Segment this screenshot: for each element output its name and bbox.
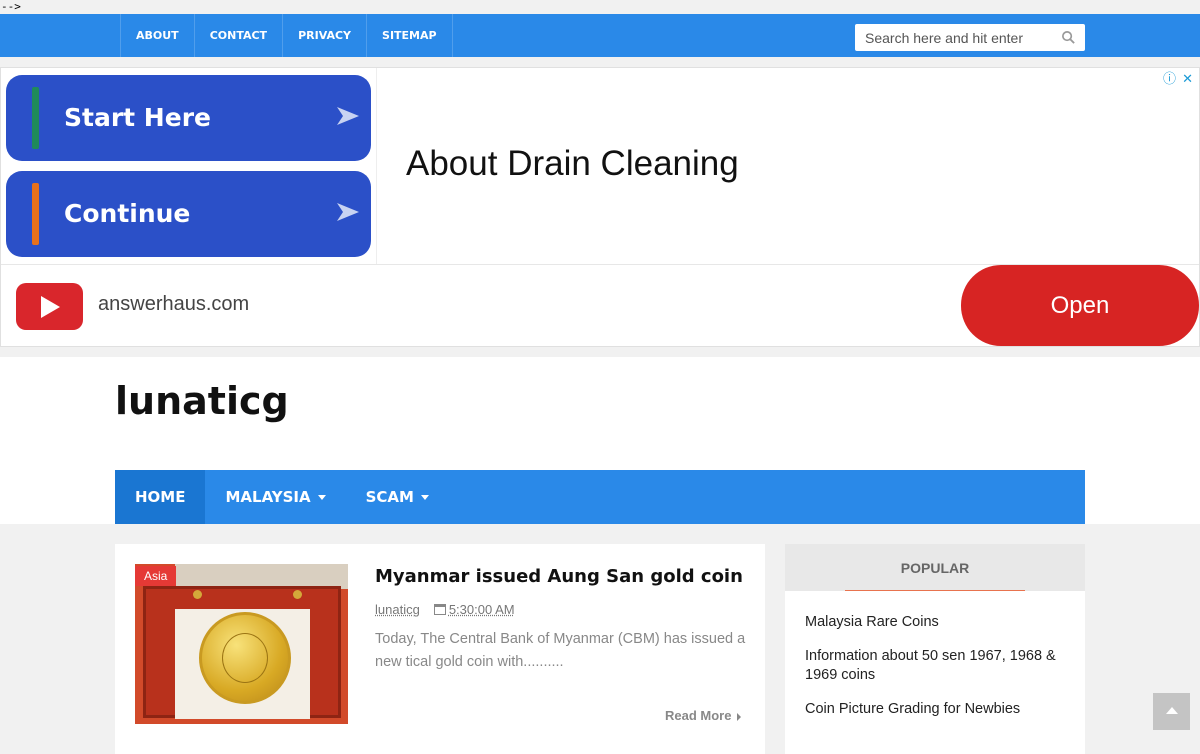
ad-button-accent	[32, 87, 39, 149]
post-card: Asia Myanmar issued Aung San gold coin l…	[115, 544, 765, 754]
ad-start-here-button[interactable]: Start Here	[6, 75, 371, 161]
thumbnail-pin	[293, 590, 302, 599]
ad-divider	[376, 68, 377, 264]
top-nav-about[interactable]: ABOUT	[121, 14, 195, 57]
popular-item[interactable]: Coin Picture Grading for Newbies	[805, 700, 1065, 719]
top-bar: ABOUT CONTACT PRIVACY SITEMAP	[0, 14, 1200, 57]
post-meta: lunaticg 5:30:00 AM	[375, 602, 515, 617]
ad-button-label: Continue	[64, 171, 190, 257]
category-tag[interactable]: Asia	[135, 566, 176, 586]
stray-comment-text: -->	[0, 0, 1200, 14]
chevron-right-icon	[737, 713, 741, 721]
gold-coin-image	[199, 612, 291, 704]
popular-list: Malaysia Rare Coins Information about 50…	[785, 591, 1085, 719]
nav-scam[interactable]: SCAM	[346, 470, 449, 524]
arrow-right-icon	[337, 105, 359, 127]
nav-home[interactable]: HOME	[115, 470, 205, 524]
post-thumbnail[interactable]	[135, 564, 348, 724]
popular-widget: POPULAR Malaysia Rare Coins Information …	[785, 544, 1085, 754]
nav-label: SCAM	[366, 488, 414, 506]
ad-continue-button[interactable]: Continue	[6, 171, 371, 257]
nav-label: HOME	[135, 488, 185, 506]
top-nav-privacy[interactable]: PRIVACY	[283, 14, 367, 57]
advertisement: Start Here Continue About Drain Cleaning…	[0, 67, 1200, 347]
popular-item[interactable]: Information about 50 sen 1967, 1968 & 19…	[805, 647, 1065, 685]
ad-open-button[interactable]: Open	[961, 265, 1199, 346]
arrow-right-icon	[337, 201, 359, 223]
search-box	[855, 24, 1085, 51]
calendar-icon	[434, 604, 446, 615]
nav-label: MALAYSIA	[225, 488, 310, 506]
info-icon[interactable]: ⓘ	[1163, 72, 1176, 87]
top-nav-contact[interactable]: CONTACT	[195, 14, 283, 57]
ad-button-accent	[32, 183, 39, 245]
ad-footer: answerhaus.com Open	[1, 264, 1199, 347]
widget-heading: POPULAR	[785, 544, 1085, 591]
nav-malaysia[interactable]: MALAYSIA	[205, 470, 345, 524]
main-nav: HOME MALAYSIA SCAM	[115, 470, 1085, 524]
back-to-top-button[interactable]	[1153, 693, 1190, 730]
ad-choices[interactable]: ⓘ ✕	[1163, 68, 1193, 87]
top-nav-sitemap[interactable]: SITEMAP	[367, 14, 453, 57]
post-title[interactable]: Myanmar issued Aung San gold coin	[375, 566, 743, 587]
close-icon[interactable]: ✕	[1182, 72, 1193, 87]
read-more-label: Read More	[665, 708, 731, 723]
post-snippet: Today, The Central Bank of Myanmar (CBM)…	[375, 628, 750, 674]
site-header: lunaticg HOME MALAYSIA SCAM	[0, 357, 1200, 524]
read-more-link[interactable]: Read More	[665, 708, 741, 723]
ad-domain[interactable]: answerhaus.com	[98, 293, 249, 316]
youtube-logo-icon	[16, 283, 83, 330]
caret-down-icon	[318, 495, 326, 500]
search-input[interactable]	[855, 24, 1055, 51]
thumbnail-pin	[193, 590, 202, 599]
search-icon[interactable]	[1061, 30, 1076, 45]
post-time[interactable]: 5:30:00 AM	[449, 602, 515, 617]
post-author[interactable]: lunaticg	[375, 602, 420, 617]
ad-button-label: Start Here	[64, 75, 211, 161]
caret-down-icon	[421, 495, 429, 500]
top-nav: ABOUT CONTACT PRIVACY SITEMAP	[120, 14, 453, 57]
ad-headline[interactable]: About Drain Cleaning	[406, 144, 739, 184]
coin-portrait	[222, 633, 268, 683]
site-title[interactable]: lunaticg	[115, 379, 289, 423]
popular-item[interactable]: Malaysia Rare Coins	[805, 613, 1065, 632]
